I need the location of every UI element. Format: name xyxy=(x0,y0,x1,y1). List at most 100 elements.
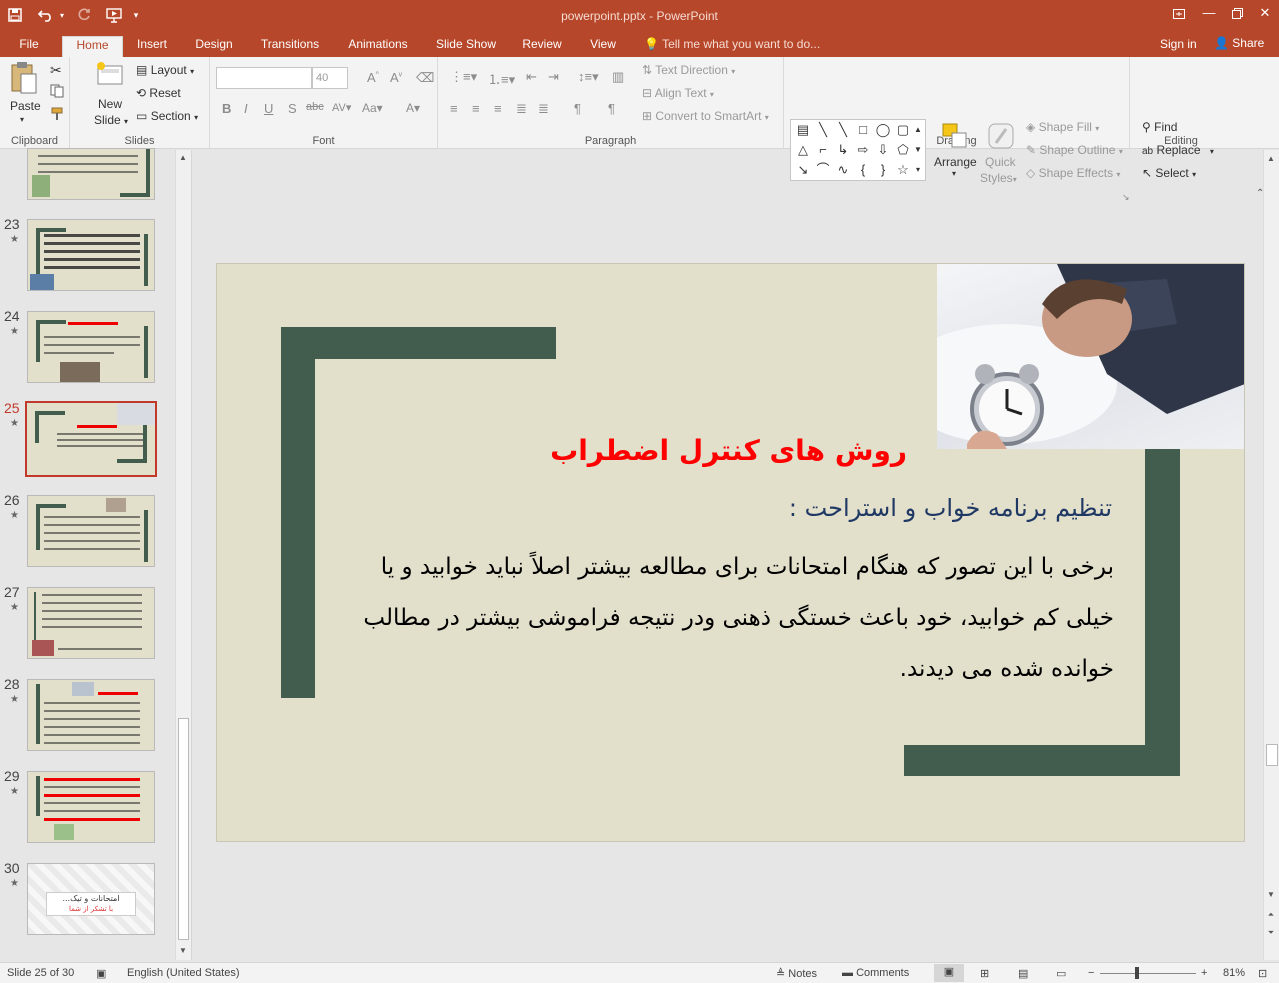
next-slide-icon[interactable]: ⏷ xyxy=(1265,928,1277,938)
underline-icon[interactable]: U xyxy=(264,101,273,116)
scrollbar-thumb[interactable] xyxy=(178,718,189,940)
slide-thumbnail[interactable]: امتحانات و تیک... با تشکر از شما xyxy=(27,863,155,935)
slide-subtitle[interactable]: تنظیم برنامه خواب و استراحت : xyxy=(597,494,1112,522)
zoom-out-button[interactable]: − xyxy=(1088,967,1094,979)
shapes-gallery[interactable]: ▤ ╲ ╲ □ ◯ ▢ △ ⌐ ↳ ⇨ ⇩ ⬠ ↘ ⌒ ∿ { } ☆ ▲ ▼ … xyxy=(790,119,926,181)
scroll-up-icon[interactable]: ▲ xyxy=(177,153,189,162)
rounded-rect-shape-icon[interactable]: ▢ xyxy=(893,121,913,139)
align-center-icon[interactable]: ≡ xyxy=(472,101,480,116)
brace-right-shape-icon[interactable]: } xyxy=(873,161,893,179)
normal-view-icon[interactable]: ▣ xyxy=(934,964,964,982)
slide-thumbnail[interactable] xyxy=(27,219,155,291)
arrange-button[interactable]: Arrange ▾ xyxy=(932,119,978,183)
increase-font-icon[interactable]: A^ xyxy=(367,70,379,85)
slide-title[interactable]: روش های کنترل اضطراب xyxy=(547,434,907,467)
reset-button[interactable]: ⟲ Reset xyxy=(136,86,181,100)
slide-thumbnail[interactable] xyxy=(27,679,155,751)
copy-icon[interactable] xyxy=(50,84,66,101)
zoom-slider-track[interactable] xyxy=(1100,973,1196,974)
align-right-icon[interactable]: ≡ xyxy=(494,101,502,116)
zoom-in-button[interactable]: + xyxy=(1201,967,1207,979)
line2-shape-icon[interactable]: ╲ xyxy=(833,121,853,139)
slide-canvas[interactable]: روش های کنترل اضطراب تنظیم برنامه خواب و… xyxy=(216,263,1245,842)
tab-review[interactable]: Review xyxy=(514,36,570,57)
font-name-box[interactable] xyxy=(216,67,312,89)
select-button[interactable]: ↖ Select ▾ xyxy=(1142,166,1196,180)
shape-fill-button[interactable]: ◈ Shape Fill ▾ xyxy=(1026,120,1099,134)
slide-scrollbar[interactable]: ▲ ▼ ⏶ ⏷ xyxy=(1263,150,1279,960)
tab-view[interactable]: View xyxy=(580,36,626,57)
comments-button[interactable]: ▬ Comments xyxy=(842,967,909,979)
slide-thumbnail[interactable] xyxy=(27,587,155,659)
tab-design[interactable]: Design xyxy=(186,36,242,57)
connector2-shape-icon[interactable]: ↳ xyxy=(833,141,853,159)
gallery-down-icon[interactable]: ▼ xyxy=(912,141,924,159)
font-color-icon[interactable]: A▾ xyxy=(406,101,420,115)
bullets-icon[interactable]: ⋮≡▾ xyxy=(450,69,477,85)
star-shape-icon[interactable]: ☆ xyxy=(893,161,913,179)
new-slide-button[interactable]: New Slide ▾ xyxy=(90,61,130,129)
change-case-icon[interactable]: Aa▾ xyxy=(362,101,383,115)
spell-check-icon[interactable]: ▣ xyxy=(96,967,106,980)
fit-to-window-icon[interactable]: ⊡ xyxy=(1258,967,1267,980)
character-spacing-icon[interactable]: AV▾ xyxy=(332,101,351,114)
shape-effects-button[interactable]: ◇ Shape Effects ▾ xyxy=(1026,166,1120,180)
increase-indent-icon[interactable]: ⇥ xyxy=(548,69,559,85)
tab-home[interactable]: Home xyxy=(62,36,123,57)
previous-slide-icon[interactable]: ⏶ xyxy=(1265,910,1277,920)
cut-icon[interactable]: ✂ xyxy=(50,62,62,79)
arrow-shape-icon[interactable]: ↘ xyxy=(793,161,813,179)
decrease-font-icon[interactable]: Av xyxy=(390,70,402,85)
oval-shape-icon[interactable]: ◯ xyxy=(873,121,893,139)
decrease-indent-icon[interactable]: ⇤ xyxy=(526,69,537,85)
layout-button[interactable]: ▤ Layout ▾ xyxy=(136,63,194,77)
find-button[interactable]: ⚲ Find xyxy=(1142,120,1177,134)
text-direction-button[interactable]: ⇅ Text Direction ▾ xyxy=(642,63,735,77)
line-spacing-icon[interactable]: ↕≡▾ xyxy=(578,69,599,85)
slide-thumbnail-selected[interactable] xyxy=(25,401,157,477)
drawing-dialog-launcher-icon[interactable]: ↘ xyxy=(1122,192,1130,203)
close-icon[interactable]: ✕ xyxy=(1250,2,1279,28)
columns-icon[interactable]: ▥ xyxy=(612,69,624,85)
zoom-slider-handle[interactable] xyxy=(1135,967,1139,979)
tell-me-search[interactable]: 💡 Tell me what you want to do... xyxy=(644,36,820,53)
numbering-icon[interactable]: ⒈≡▾ xyxy=(488,69,515,88)
brace-left-shape-icon[interactable]: { xyxy=(853,161,873,179)
reading-view-icon[interactable]: ▤ xyxy=(1018,967,1028,980)
distributed-icon[interactable]: ≣ xyxy=(538,101,549,117)
triangle-shape-icon[interactable]: △ xyxy=(793,141,813,159)
share-button[interactable]: 👤 Share xyxy=(1208,34,1270,53)
convert-smartart-button[interactable]: ⊞ Convert to SmartArt ▾ xyxy=(642,109,769,123)
scroll-up-icon[interactable]: ▲ xyxy=(1265,154,1277,163)
section-button[interactable]: ▭ Section ▾ xyxy=(136,109,198,123)
tab-insert[interactable]: Insert xyxy=(128,36,176,57)
gallery-more-icon[interactable]: ▾ xyxy=(912,161,924,179)
right-arrow-shape-icon[interactable]: ⇨ xyxy=(853,141,873,159)
quick-styles-button[interactable]: Quick Styles▾ xyxy=(980,119,1022,185)
scroll-down-icon[interactable]: ▼ xyxy=(177,946,189,955)
slide-thumbnail[interactable] xyxy=(27,148,155,200)
language-indicator[interactable]: English (United States) xyxy=(127,967,240,979)
scrollbar-thumb[interactable] xyxy=(1266,744,1278,766)
italic-icon[interactable]: I xyxy=(244,101,248,116)
rtl-icon[interactable]: ¶ xyxy=(574,101,581,116)
align-left-icon[interactable]: ≡ xyxy=(450,101,458,116)
font-size-box[interactable]: 40 xyxy=(312,67,348,89)
justify-icon[interactable]: ≣ xyxy=(516,101,527,117)
flowchart-shape-icon[interactable]: ⬠ xyxy=(893,141,913,159)
ribbon-display-options-icon[interactable] xyxy=(1164,2,1194,28)
curve-shape-icon[interactable]: ⌒ xyxy=(813,161,833,179)
slide-body-text[interactable]: برخی با این تصور که هنگام امتحانات برای … xyxy=(327,542,1114,695)
thumbnail-scrollbar[interactable]: ▲ ▼ xyxy=(175,150,191,960)
shape-outline-button[interactable]: ✎ Shape Outline ▾ xyxy=(1026,143,1123,157)
zoom-level[interactable]: 81% xyxy=(1223,967,1245,979)
ltr-icon[interactable]: ¶ xyxy=(608,101,615,116)
sleeping-man-alarm-clock-image[interactable] xyxy=(937,264,1244,449)
tab-transitions[interactable]: Transitions xyxy=(250,36,330,57)
clear-formatting-icon[interactable]: ⌫ xyxy=(416,70,434,86)
slide-thumbnail[interactable] xyxy=(27,495,155,567)
notes-button[interactable]: ≜ Notes xyxy=(776,967,817,980)
scroll-down-icon[interactable]: ▼ xyxy=(1265,890,1277,899)
tab-slide-show[interactable]: Slide Show xyxy=(428,36,504,57)
tab-animations[interactable]: Animations xyxy=(338,36,418,57)
